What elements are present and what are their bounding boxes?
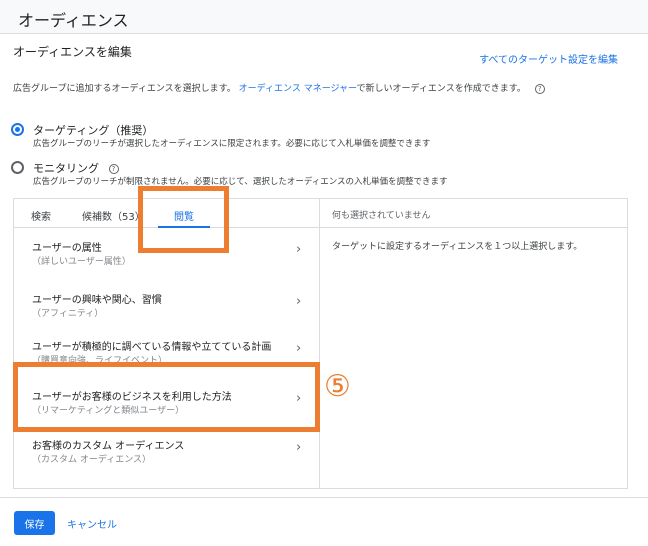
- observation-label-wrap: モニタリング ?: [33, 160, 119, 176]
- chevron-right-icon: ›: [296, 294, 302, 309]
- save-button[interactable]: 保存: [14, 511, 55, 535]
- list-item-subtitle: （詳しいユーザー属性）: [32, 257, 131, 267]
- cancel-button[interactable]: キャンセル: [67, 516, 117, 531]
- selection-header: 何も選択されていません: [332, 211, 431, 221]
- list-item-title: ユーザーが積極的に調べている情報や立てている計画: [32, 342, 272, 353]
- edit-all-targeting-link[interactable]: すべてのターゲット設定を編集: [479, 51, 618, 66]
- list-item-subtitle: （アフィニティ）: [32, 309, 104, 319]
- observation-description: 広告グループのリーチが制限されません。必要に応じて、選択したオーディエンスの入札…: [33, 177, 448, 187]
- step-marker: ⑤: [324, 369, 351, 404]
- page-header: オーディエンス: [0, 0, 648, 34]
- selection-hint: ターゲットに設定するオーディエンスを１つ以上選択します。: [332, 242, 583, 252]
- section-title: オーディエンスを編集: [13, 45, 132, 59]
- list-item-subtitle: （カスタム オーディエンス）: [32, 455, 152, 465]
- audience-panel: 検索 候補数（53） 閲覧 ユーザーの属性 （詳しいユーザー属性） › ユーザー…: [13, 198, 628, 489]
- observation-label: モニタリング: [33, 162, 99, 175]
- targeting-description: 広告グループのリーチが選択したオーディエンスに限定されます。必要に応じて入札単価…: [33, 139, 431, 149]
- list-item-title: ユーザーの属性: [32, 243, 102, 254]
- audience-manager-link[interactable]: オーディエンス マネージャー: [239, 84, 357, 94]
- targeting-radio[interactable]: [11, 123, 24, 136]
- observation-radio[interactable]: [11, 161, 24, 174]
- help-icon[interactable]: ?: [534, 83, 545, 94]
- browse-tab-highlight: [138, 186, 229, 253]
- footer-divider: [0, 497, 648, 498]
- chevron-right-icon: ›: [296, 242, 302, 257]
- tab-ideas[interactable]: 候補数（53）: [82, 208, 145, 223]
- list-item-affinity[interactable]: ユーザーの興味や関心、習慣 （アフィニティ） ›: [14, 287, 319, 335]
- observation-help-icon[interactable]: ?: [108, 164, 119, 174]
- chevron-right-icon: ›: [296, 440, 302, 455]
- list-item-custom-audience[interactable]: お客様のカスタム オーディエンス （カスタム オーディエンス） ›: [14, 433, 319, 481]
- description-after: で新しいオーディエンスを作成できます。: [356, 84, 526, 94]
- selection-divider: [320, 227, 627, 228]
- list-item-title: ユーザーの興味や関心、習慣: [32, 295, 162, 306]
- tab-search[interactable]: 検索: [31, 208, 51, 223]
- description-before: 広告グループに追加するオーディエンスを選択します。: [13, 84, 236, 94]
- targeting-label: ターゲティング（推奨）: [33, 124, 154, 137]
- list-item-title: お客様のカスタム オーディエンス: [32, 441, 185, 452]
- page-title: オーディエンス: [18, 11, 129, 30]
- selection-panel: 何も選択されていません ターゲットに設定するオーディエンスを１つ以上選択します。: [320, 199, 627, 488]
- remarketing-item-highlight: [13, 362, 320, 432]
- chevron-right-icon: ›: [296, 341, 302, 356]
- description-text: 広告グループに追加するオーディエンスを選択します。 オーディエンス マネージャー…: [13, 81, 545, 94]
